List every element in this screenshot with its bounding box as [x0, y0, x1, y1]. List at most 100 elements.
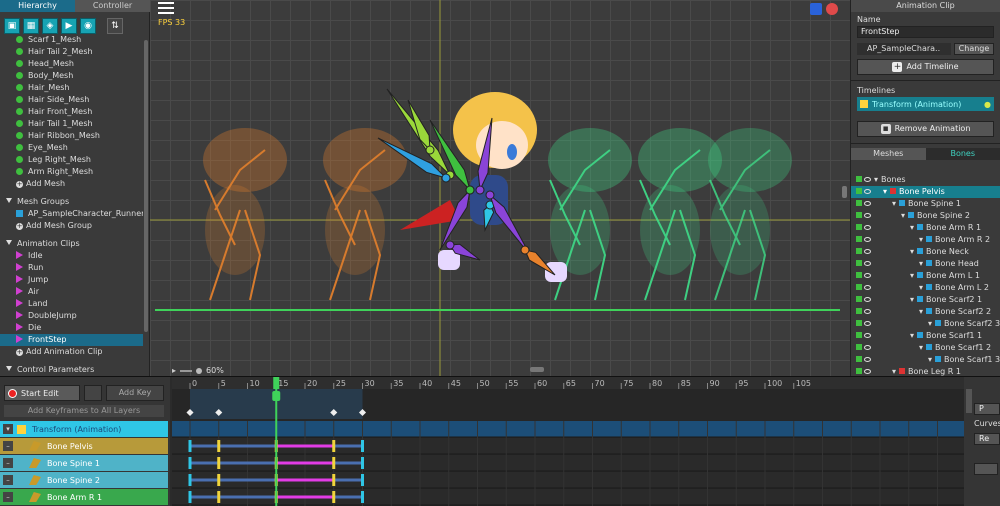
list-item[interactable]: Head_Mesh: [0, 58, 143, 70]
clip-name-input[interactable]: FrontStep: [857, 26, 994, 38]
eye-icon[interactable]: [864, 249, 871, 254]
bone-row[interactable]: ▾ Bone Head: [851, 258, 1000, 270]
minus-icon[interactable]: –: [3, 492, 13, 502]
bone-row[interactable]: ▾ Bone Scarf1 3: [851, 354, 1000, 366]
bone-row[interactable]: ▾ Bone Leg R 1: [851, 366, 1000, 376]
bone-row[interactable]: ▾ Bone Spine 2: [851, 210, 1000, 222]
keyframe[interactable]: [188, 491, 192, 503]
bone-row[interactable]: ▾ Bone Neck: [851, 246, 1000, 258]
eye-icon[interactable]: [864, 321, 871, 326]
timeline-v-scrollbar[interactable]: [966, 389, 972, 413]
eye-icon[interactable]: [864, 297, 871, 302]
filter-anim-icon[interactable]: ▶: [61, 18, 77, 34]
keyframe[interactable]: [332, 457, 336, 469]
chevron-down-icon[interactable]: ▾: [919, 307, 923, 316]
list-item[interactable]: Hair_Mesh: [0, 82, 143, 94]
bone-joint[interactable]: [445, 240, 455, 250]
keyframe[interactable]: [217, 491, 221, 503]
bulb-icon[interactable]: ●: [984, 100, 991, 109]
minus-icon[interactable]: –: [3, 441, 13, 451]
visibility-toggle[interactable]: [856, 272, 862, 278]
chevron-down-icon[interactable]: ▾: [919, 259, 923, 268]
keyframe[interactable]: [332, 491, 336, 503]
keyframe[interactable]: [188, 474, 192, 486]
visibility-toggle[interactable]: [856, 344, 862, 350]
collapse-icon[interactable]: ▾: [3, 424, 13, 434]
filter-root-icon[interactable]: ▣: [4, 18, 20, 34]
chevron-down-icon[interactable]: ▾: [910, 295, 914, 304]
viewport-v-scrollbar[interactable]: [842, 186, 847, 198]
bone-joint[interactable]: [485, 190, 495, 200]
bone-row[interactable]: ▾ Bone Scarf2 3: [851, 318, 1000, 330]
side-button[interactable]: [974, 463, 998, 475]
chevron-down-icon[interactable]: ▾: [910, 331, 914, 340]
minus-icon[interactable]: –: [3, 458, 13, 468]
section-control-parameters[interactable]: Control Parameters: [0, 364, 143, 374]
keyframe[interactable]: [361, 440, 364, 452]
timeline-item[interactable]: Transform (Animation) ●: [857, 97, 994, 111]
visibility-toggle[interactable]: [856, 308, 862, 314]
visibility-toggle[interactable]: [856, 284, 862, 290]
viewport-h-scrollbar[interactable]: [530, 367, 544, 372]
add-mesh-group-button[interactable]: + Add Mesh Group: [0, 220, 143, 232]
playhead-handle[interactable]: [272, 391, 281, 401]
chevron-down-icon[interactable]: ▾: [928, 319, 932, 328]
visibility-toggle[interactable]: [856, 260, 862, 266]
chevron-down-icon[interactable]: ▾: [910, 223, 914, 232]
track-lane[interactable]: [172, 421, 964, 437]
filter-param-icon[interactable]: ◉: [80, 18, 96, 34]
keyframe[interactable]: [361, 491, 364, 503]
gizmo-tool-icon[interactable]: [826, 3, 838, 15]
visibility-toggle[interactable]: [856, 224, 862, 230]
bone-row[interactable]: ▾ Bone Spine 1: [851, 198, 1000, 210]
keyframe[interactable]: [217, 474, 221, 486]
change-button[interactable]: Change: [954, 43, 994, 55]
character[interactable]: [400, 92, 567, 282]
list-item[interactable]: Leg Right_Mesh: [0, 154, 143, 166]
filter-mesh-group-icon[interactable]: ◈: [42, 18, 58, 34]
visibility-toggle[interactable]: [856, 332, 862, 338]
bone-row[interactable]: ▾ Bone Arm L 2: [851, 282, 1000, 294]
list-item[interactable]: Land: [0, 298, 143, 310]
add-key-button[interactable]: Add Key: [106, 385, 164, 401]
list-item[interactable]: Hair Ribbon_Mesh: [0, 130, 143, 142]
keyframe[interactable]: [361, 474, 364, 486]
list-item[interactable]: Idle: [0, 250, 143, 262]
chevron-down-icon[interactable]: ▾: [910, 271, 914, 280]
list-item[interactable]: Run: [0, 262, 143, 274]
keyframe[interactable]: [332, 440, 336, 452]
list-item[interactable]: Air: [0, 286, 143, 298]
visibility-toggle[interactable]: [856, 296, 862, 302]
section-animation-clips[interactable]: Animation Clips: [0, 238, 143, 250]
list-item[interactable]: Hair Tail 1_Mesh: [0, 118, 143, 130]
chevron-down-icon[interactable]: ▾: [874, 175, 878, 184]
list-item[interactable]: Scarf 1_Mesh: [0, 34, 143, 46]
track-row[interactable]: ▾ Transform (Animation): [0, 421, 168, 437]
tab-controller[interactable]: Controller: [75, 0, 150, 12]
bone-row[interactable]: ▾ Bone Pelvis: [851, 186, 1000, 198]
chevron-down-icon[interactable]: ▾: [919, 343, 923, 352]
eye-icon[interactable]: [864, 225, 871, 230]
list-item[interactable]: DoubleJump: [0, 310, 143, 322]
track-row[interactable]: – Bone Pelvis: [0, 438, 168, 454]
track-row[interactable]: – Bone Arm R 1: [0, 489, 168, 505]
visibility-toggle[interactable]: [856, 200, 862, 206]
eye-icon[interactable]: [864, 237, 871, 242]
bone-row[interactable]: ▾ Bone Scarf1 2: [851, 342, 1000, 354]
chevron-down-icon[interactable]: ▾: [892, 367, 896, 376]
keyframe[interactable]: [217, 440, 221, 452]
chevron-down-icon[interactable]: ▾: [919, 235, 923, 244]
viewport[interactable]: FPS 33 ▸ 60%: [150, 0, 850, 376]
side-button-re[interactable]: Re: [974, 433, 1000, 445]
visibility-toggle[interactable]: [856, 356, 862, 362]
visibility-toggle[interactable]: [856, 320, 862, 326]
eye-icon[interactable]: [864, 357, 871, 362]
keyframe[interactable]: [361, 457, 364, 469]
track-row[interactable]: – Bone Spine 2: [0, 472, 168, 488]
bone-joint[interactable]: [425, 145, 435, 155]
keyframe[interactable]: [188, 440, 192, 452]
bone-row[interactable]: ▾ Bones: [851, 174, 1000, 186]
visibility-toggle[interactable]: [856, 236, 862, 242]
keyframe[interactable]: [332, 474, 336, 486]
bone-row[interactable]: ▾ Bone Arm R 2: [851, 234, 1000, 246]
